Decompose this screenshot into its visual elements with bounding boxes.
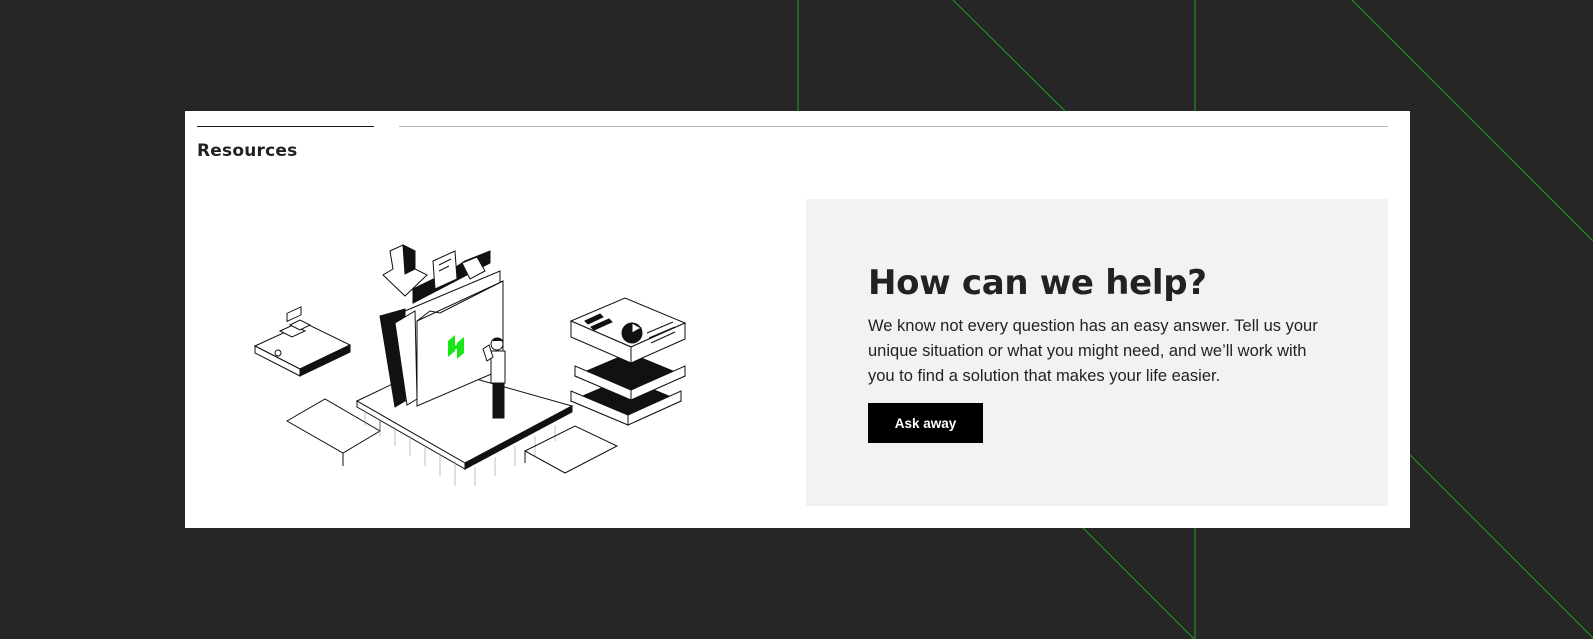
tab-divider <box>399 126 1388 127</box>
right-platform <box>523 425 619 474</box>
resources-card: Resources How can we help? We know not e… <box>185 111 1410 528</box>
bg-line <box>1082 527 1195 639</box>
isometric-resources-illustration <box>253 244 687 486</box>
document-icon <box>432 250 458 290</box>
help-title: How can we help? <box>868 263 1207 303</box>
help-panel: How can we help? We know not every quest… <box>806 199 1388 506</box>
bg-line <box>952 0 1066 112</box>
ask-away-button[interactable]: Ask away <box>868 403 983 443</box>
help-description: We know not every question has an easy a… <box>868 317 1318 385</box>
bg-line <box>1409 454 1593 639</box>
books-stack-icon <box>569 297 687 426</box>
section-title: Resources <box>197 141 298 161</box>
tab-indicator-active <box>197 126 374 127</box>
